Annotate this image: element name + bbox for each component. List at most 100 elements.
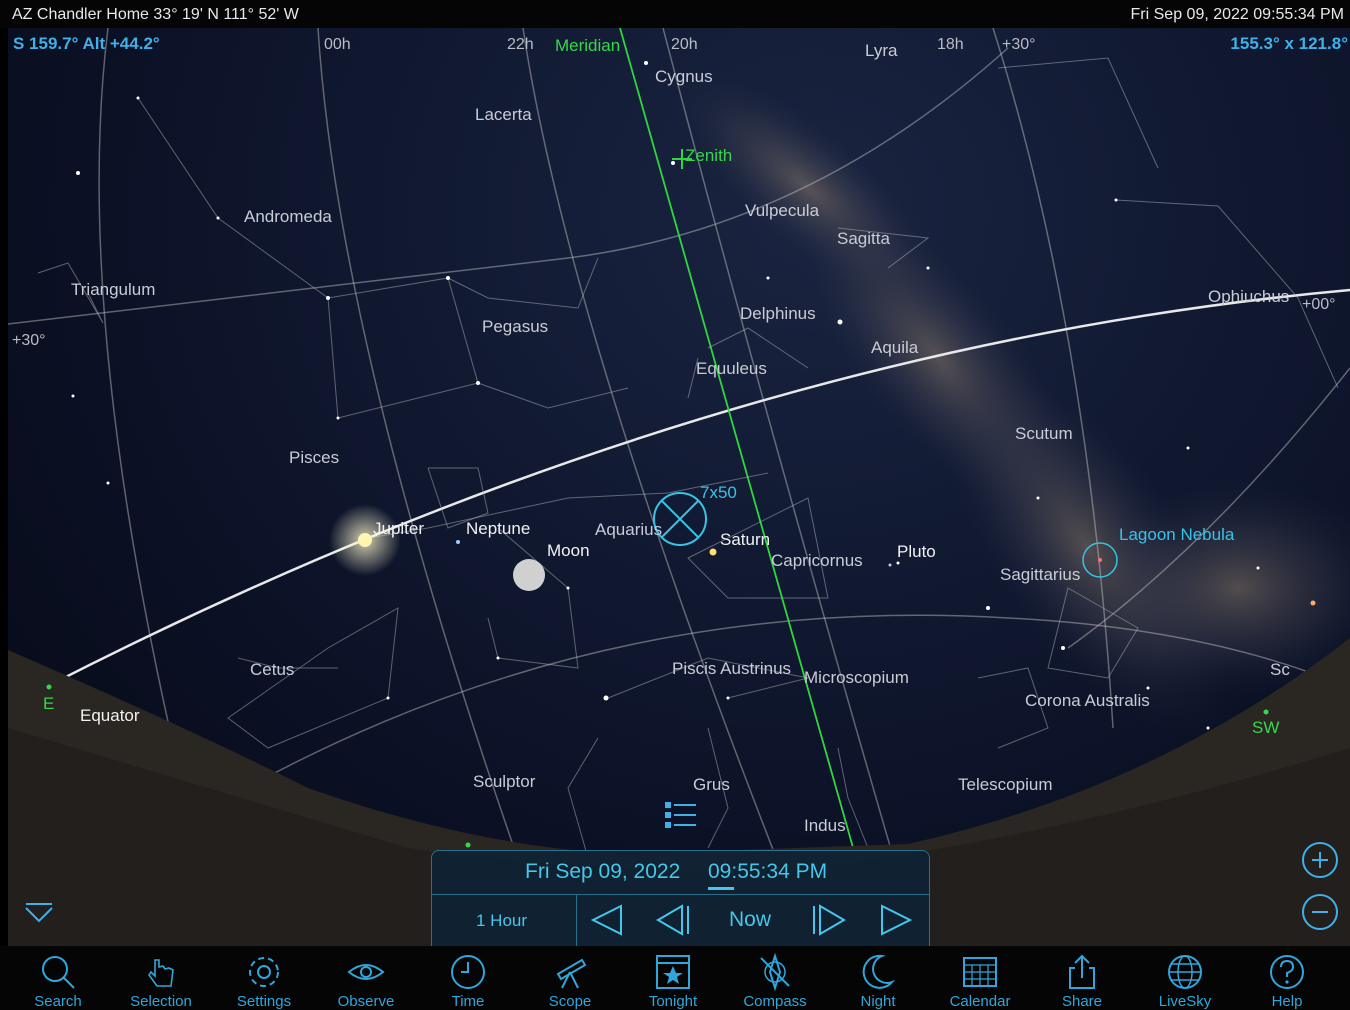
fov-readout: 155.3° x 121.8° bbox=[1230, 34, 1348, 53]
ra-label-22h: 22h bbox=[507, 36, 534, 53]
moon-label[interactable]: Moon bbox=[547, 541, 590, 561]
step-forward-button[interactable] bbox=[878, 902, 914, 938]
calendar-button[interactable]: Calendar bbox=[930, 946, 1030, 1010]
time-button[interactable]: Time bbox=[418, 946, 518, 1010]
constellation-label[interactable]: Sagitta bbox=[837, 229, 890, 249]
dec-label-00: +00° bbox=[1302, 296, 1336, 313]
constellation-label[interactable]: Grus bbox=[693, 775, 730, 795]
eye-icon bbox=[347, 964, 385, 980]
ra-label-18h: 18h bbox=[937, 36, 964, 53]
question-icon bbox=[1270, 955, 1304, 989]
compass-icon bbox=[760, 952, 790, 992]
compass-east-label: E bbox=[43, 694, 55, 713]
time-control-panel: Fri Sep 09, 2022 09:55:34 PM 1 Hour Now bbox=[431, 850, 930, 947]
scope-button[interactable]: Scope bbox=[520, 946, 620, 1010]
search-icon bbox=[42, 956, 75, 989]
meridian-label: Meridian bbox=[555, 36, 621, 55]
saturn-label[interactable]: Saturn bbox=[720, 530, 770, 550]
share-button[interactable]: Share bbox=[1032, 946, 1132, 1010]
equator-label: Equator bbox=[80, 706, 140, 725]
plus-icon bbox=[1312, 852, 1328, 868]
constellation-label[interactable]: Ophiuchus bbox=[1208, 287, 1289, 307]
search-button[interactable]: Search bbox=[8, 946, 108, 1010]
constellation-label[interactable]: Scutum bbox=[1015, 424, 1073, 444]
constellation-label[interactable]: Telescopium bbox=[958, 775, 1053, 795]
help-button[interactable]: Help bbox=[1237, 946, 1337, 1010]
constellation-label[interactable]: Triangulum bbox=[71, 280, 155, 300]
minus-icon bbox=[1312, 911, 1328, 913]
constellation-label[interactable]: Capricornus bbox=[771, 551, 863, 571]
lagoon-nebula-label[interactable]: Lagoon Nebula bbox=[1119, 525, 1234, 545]
constellation-label[interactable]: Indus bbox=[804, 816, 846, 836]
constellation-lines bbox=[37, 57, 1339, 859]
compass-button[interactable]: Compass bbox=[725, 946, 825, 1010]
globe-icon bbox=[1168, 955, 1202, 989]
constellation-label[interactable]: Andromeda bbox=[244, 207, 332, 227]
pointing-readout: S 159.7° Alt +44.2° bbox=[13, 34, 160, 53]
constellation-label[interactable]: Microscopium bbox=[804, 668, 909, 688]
pluto-icon[interactable] bbox=[888, 563, 892, 567]
hand-pointer-icon bbox=[148, 959, 174, 987]
ra-label-00h: 00h bbox=[324, 36, 351, 53]
neptune-icon[interactable] bbox=[456, 540, 460, 544]
zoom-in-button[interactable] bbox=[1302, 842, 1338, 878]
constellation-label[interactable]: Sagittarius bbox=[1000, 565, 1080, 585]
constellation-label[interactable]: Pegasus bbox=[482, 317, 548, 337]
jupiter-icon[interactable] bbox=[358, 533, 372, 547]
pluto-label[interactable]: Pluto bbox=[897, 542, 936, 562]
triangle-left-icon bbox=[590, 904, 622, 936]
constellation-label[interactable]: Piscis Austrinus bbox=[672, 659, 791, 679]
constellation-label[interactable]: Sc bbox=[1270, 660, 1290, 680]
share-icon bbox=[1069, 954, 1095, 989]
constellation-label[interactable]: Equuleus bbox=[696, 359, 767, 379]
livesky-button[interactable]: LiveSky bbox=[1135, 946, 1235, 1010]
observe-button[interactable]: Observe bbox=[316, 946, 416, 1010]
tonight-button[interactable]: Tonight bbox=[623, 946, 723, 1010]
play-forward-button[interactable] bbox=[812, 902, 848, 938]
night-button[interactable]: Night bbox=[828, 946, 928, 1010]
status-datetime: Fri Sep 09, 2022 09:55:34 PM bbox=[1130, 6, 1344, 23]
time-panel-time[interactable]: 09:55:34 PM bbox=[708, 860, 827, 884]
moon-icon[interactable] bbox=[513, 559, 545, 591]
zoom-out-button[interactable] bbox=[1302, 894, 1338, 930]
constellation-label[interactable]: Vulpecula bbox=[745, 201, 819, 221]
step-back-button[interactable] bbox=[589, 902, 625, 938]
now-button[interactable]: Now bbox=[729, 908, 771, 932]
sky-view[interactable]: S 159.7° Alt +44.2° 155.3° x 121.8° 00h … bbox=[8, 28, 1350, 946]
gear-icon bbox=[249, 957, 279, 987]
settings-button[interactable]: Settings bbox=[214, 946, 314, 1010]
selection-button[interactable]: Selection bbox=[111, 946, 211, 1010]
constellation-label[interactable]: Aquarius bbox=[595, 520, 662, 540]
clock-icon bbox=[451, 955, 485, 989]
constellation-label[interactable]: Aquila bbox=[871, 338, 918, 358]
object-list-icon[interactable] bbox=[665, 802, 696, 828]
time-field-underline bbox=[708, 887, 734, 890]
jupiter-label[interactable]: Jupiter bbox=[373, 519, 424, 539]
location-text: AZ Chandler Home 33° 19' N 111° 52' W bbox=[12, 6, 299, 23]
play-backward-button[interactable] bbox=[654, 902, 690, 938]
calendar-icon bbox=[963, 957, 997, 987]
time-panel-date[interactable]: Fri Sep 09, 2022 bbox=[525, 860, 680, 884]
sky-chart bbox=[8, 28, 1350, 946]
neptune-label[interactable]: Neptune bbox=[466, 519, 530, 539]
constellation-label[interactable]: Cygnus bbox=[655, 67, 713, 87]
moon-crescent-icon bbox=[862, 954, 896, 989]
time-step-button[interactable]: 1 Hour bbox=[476, 911, 527, 931]
dec-label-30-left: +30° bbox=[12, 332, 46, 349]
eyepiece-label: 7x50 bbox=[700, 483, 737, 502]
constellation-label[interactable]: Corona Australis bbox=[1025, 691, 1150, 711]
triangle-right-icon bbox=[881, 904, 913, 936]
dec-label-30-top: +30° bbox=[1002, 36, 1036, 53]
constellation-label[interactable]: Sculptor bbox=[473, 772, 535, 792]
bottom-toolbar: Search Selection Settings Observe Time S… bbox=[0, 946, 1350, 1010]
constellation-label[interactable]: Lyra bbox=[865, 41, 897, 61]
ra-label-20h: 20h bbox=[671, 36, 698, 53]
constellation-label[interactable]: Lacerta bbox=[475, 105, 532, 125]
constellation-label[interactable]: Pisces bbox=[289, 448, 339, 468]
constellation-label[interactable]: Cetus bbox=[250, 660, 294, 680]
saturn-icon[interactable] bbox=[709, 548, 717, 556]
play-forward-icon bbox=[813, 904, 846, 936]
play-backward-icon bbox=[656, 904, 689, 936]
constellation-label[interactable]: Delphinus bbox=[740, 304, 816, 324]
star-calendar-icon bbox=[656, 955, 690, 989]
